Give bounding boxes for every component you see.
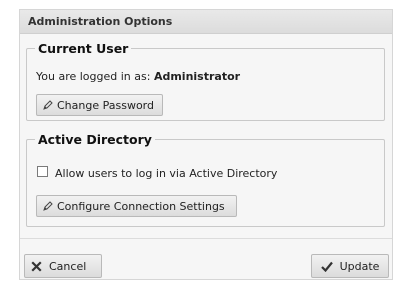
current-user-legend: Current User [38, 41, 129, 56]
update-label: Update [339, 259, 380, 273]
active-directory-legend: Active Directory [38, 132, 152, 147]
current-user-section: Current User You are logged in as: Admin… [26, 41, 385, 121]
active-directory-section: Active Directory Allow users to log in v… [26, 132, 385, 227]
x-icon [31, 260, 42, 272]
dialog-title: Administration Options [20, 10, 392, 34]
cancel-label: Cancel [49, 259, 87, 273]
logged-in-prefix: You are logged in as: [36, 70, 154, 83]
update-button[interactable]: Update [311, 254, 389, 278]
change-password-button[interactable]: Change Password [36, 94, 163, 116]
allow-ad-login-checkbox[interactable] [37, 166, 48, 177]
footer-divider [20, 238, 392, 239]
configure-connection-settings-button[interactable]: Configure Connection Settings [36, 195, 237, 217]
pencil-icon [43, 100, 53, 110]
logged-in-username: Administrator [153, 70, 241, 83]
checkmark-icon [320, 261, 333, 272]
change-password-label: Change Password [57, 98, 154, 112]
pencil-icon [43, 201, 53, 211]
allow-ad-login-label: Allow users to log in via Active Directo… [55, 167, 278, 180]
configure-connection-settings-label: Configure Connection Settings [57, 199, 225, 213]
logged-in-text: You are logged in as: Administrator [36, 70, 240, 83]
administration-options-dialog: Administration Options Current User You … [19, 9, 393, 280]
cancel-button[interactable]: Cancel [24, 254, 102, 278]
